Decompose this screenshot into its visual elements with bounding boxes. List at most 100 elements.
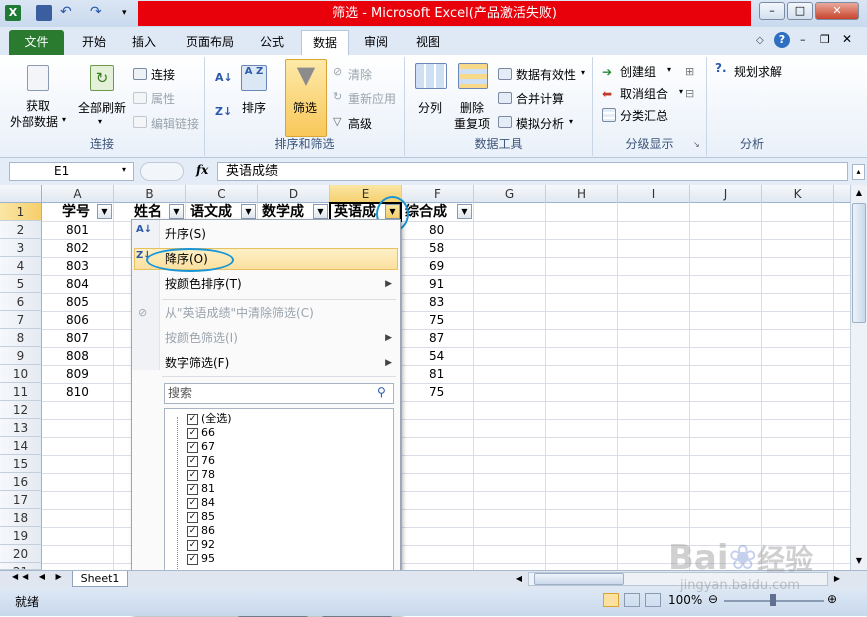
menu-clear-filter[interactable]: 从"英语成绩"中清除筛选(C) [165, 303, 314, 323]
checkbox-item[interactable]: ✓ 67 [187, 440, 215, 453]
filter-dropdown-b[interactable]: ▼ [169, 204, 184, 219]
properties-button[interactable]: 属性 [151, 90, 175, 107]
undo-icon[interactable]: ↶ [60, 5, 76, 21]
cell-a[interactable]: 803 [66, 257, 89, 275]
checkbox-item[interactable]: ✓ 84 [187, 496, 215, 509]
row-header[interactable]: 1 [0, 203, 42, 221]
validation-button[interactable]: 数据有效性 [516, 66, 576, 83]
filter-value-list[interactable]: ✓ (全选) ✓ 66 ✓ 67 ✓ 76 ✓ 78 ✓ 81 ✓ 84 ✓ 85 ✓ 86 ✓ 9… [164, 408, 394, 578]
cell-f[interactable]: 80 [429, 221, 444, 239]
h-scroll-thumb[interactable] [534, 573, 624, 585]
menu-filter-by-color[interactable]: 按颜色筛选(I) [165, 328, 238, 348]
scroll-up-icon[interactable]: ▲ [852, 185, 866, 201]
tab-data[interactable]: 数据 [301, 30, 349, 55]
menu-number-filters[interactable]: 数字筛选(F) [165, 353, 229, 373]
row-header[interactable]: 2 [0, 221, 42, 239]
cell-f[interactable]: 83 [429, 293, 444, 311]
zoom-in-icon[interactable]: ⊕ [827, 592, 837, 606]
insert-function-icon[interactable]: fx [196, 163, 208, 177]
sort-button[interactable]: 排序 [242, 99, 266, 116]
cell-a[interactable]: 801 [66, 221, 89, 239]
row-header[interactable]: 17 [0, 491, 42, 509]
clear-button[interactable]: 清除 [348, 66, 372, 83]
select-all-corner[interactable] [0, 185, 42, 203]
remove-duplicates-label-2[interactable]: 重复项 [454, 115, 490, 132]
page-layout-view-icon[interactable] [624, 593, 640, 607]
show-detail-icon[interactable]: ⊞ [685, 65, 694, 78]
sheet-tab-sheet1[interactable]: Sheet1 [72, 571, 128, 587]
checkbox-item[interactable]: ✓ 76 [187, 454, 215, 467]
redo-icon[interactable]: ↷ [90, 5, 106, 21]
checkbox-item[interactable]: ✓ 85 [187, 510, 215, 523]
col-header-j[interactable]: J [690, 185, 762, 203]
cell-a[interactable]: 804 [66, 275, 89, 293]
col-header-i[interactable]: I [618, 185, 690, 203]
tab-home[interactable]: 开始 [76, 30, 112, 55]
dialog-launcher-icon[interactable]: ↘ [693, 140, 700, 149]
maximize-button[interactable]: □ [787, 2, 813, 20]
row-header[interactable]: 20 [0, 545, 42, 563]
sort-az-icon[interactable]: A↓ [215, 71, 233, 84]
checkbox-item[interactable]: ✓ 95 [187, 552, 215, 565]
cell-a[interactable]: 809 [66, 365, 89, 383]
hide-detail-icon[interactable]: ⊟ [685, 87, 694, 100]
row-header[interactable]: 4 [0, 257, 42, 275]
cell-f1[interactable]: 综合成 [405, 203, 447, 221]
tab-file[interactable]: 文件 [9, 30, 64, 55]
zoom-thumb[interactable] [770, 594, 776, 606]
row-header[interactable]: 6 [0, 293, 42, 311]
filter-dropdown-d[interactable]: ▼ [313, 204, 328, 219]
checkbox-item[interactable]: ✓ 78 [187, 468, 215, 481]
wb-close-icon[interactable]: ✕ [842, 32, 852, 46]
cell-f[interactable]: 54 [429, 347, 444, 365]
sort-za-icon[interactable]: Z↓ [215, 105, 232, 118]
minimize-button[interactable]: – [759, 2, 785, 20]
cell-a[interactable]: 805 [66, 293, 89, 311]
name-box-dropdown-icon[interactable]: ▾ [122, 165, 126, 174]
col-header-a[interactable]: A [42, 185, 114, 203]
normal-view-icon[interactable] [603, 593, 619, 607]
solver-button[interactable]: 规划求解 [734, 63, 782, 80]
wb-restore-icon[interactable]: ❐ [820, 33, 830, 46]
tab-view[interactable]: 视图 [410, 30, 446, 55]
filter-search-input[interactable]: 搜索 [164, 383, 394, 404]
checkbox-item[interactable]: ✓ 66 [187, 426, 215, 439]
row-header[interactable]: 13 [0, 419, 42, 437]
reapply-button[interactable]: 重新应用 [348, 90, 396, 107]
filter-dropdown-a[interactable]: ▼ [97, 204, 112, 219]
cell-f[interactable]: 81 [429, 365, 444, 383]
cell-a1[interactable]: 学号 [62, 203, 90, 221]
expand-formula-icon[interactable]: ▴ [852, 164, 865, 180]
row-header[interactable]: 8 [0, 329, 42, 347]
subtotal-button[interactable]: 分类汇总 [620, 107, 668, 124]
row-header[interactable]: 21 [0, 563, 42, 570]
col-header-g[interactable]: G [474, 185, 546, 203]
split-button[interactable]: 分列 [418, 99, 442, 116]
tab-insert[interactable]: 插入 [126, 30, 162, 55]
help-icon[interactable]: ? [774, 32, 790, 48]
scroll-right-icon[interactable]: ▶ [830, 572, 844, 586]
cell-a[interactable]: 808 [66, 347, 89, 365]
formula-splitter[interactable] [140, 162, 184, 181]
cell-f[interactable]: 58 [429, 239, 444, 257]
create-group-button[interactable]: 创建组 [620, 63, 656, 80]
page-break-view-icon[interactable] [645, 593, 661, 607]
refresh-all-button[interactable]: 全部刷新 [78, 99, 126, 116]
edit-links-button[interactable]: 编辑链接 [151, 115, 199, 132]
col-header-k[interactable]: K [762, 185, 834, 203]
wb-minimize-icon[interactable]: – [800, 33, 806, 46]
row-header[interactable]: 9 [0, 347, 42, 365]
row-header[interactable]: 18 [0, 509, 42, 527]
row-header[interactable]: 7 [0, 311, 42, 329]
sheet-grid[interactable] [0, 203, 850, 570]
cell-a[interactable]: 807 [66, 329, 89, 347]
zoom-level[interactable]: 100% [668, 593, 702, 607]
tab-review[interactable]: 审阅 [358, 30, 394, 55]
get-external-label-2[interactable]: 外部数据 [10, 113, 58, 130]
cell-f[interactable]: 69 [429, 257, 444, 275]
checkbox-item[interactable]: ✓ 92 [187, 538, 215, 551]
name-box[interactable]: E1 [9, 162, 134, 181]
cell-a[interactable]: 806 [66, 311, 89, 329]
save-icon[interactable] [36, 5, 52, 21]
cell-f[interactable]: 91 [429, 275, 444, 293]
